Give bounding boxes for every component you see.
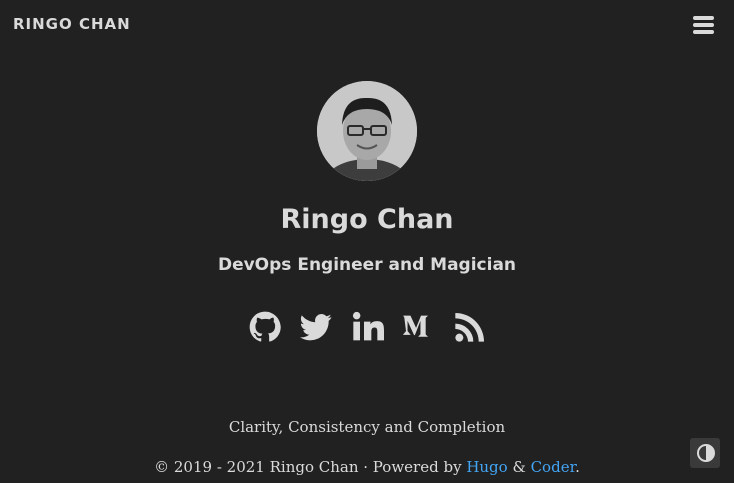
twitter-icon[interactable] xyxy=(300,310,332,344)
brand-link[interactable]: RINGO CHAN xyxy=(13,15,131,33)
footer-period: . xyxy=(575,458,580,476)
github-icon[interactable] xyxy=(249,310,281,344)
profile-tagline: DevOps Engineer and Magician xyxy=(217,255,517,275)
copyright-text: © 2019 - 2021 Ringo Chan · Powered by xyxy=(154,458,467,476)
ampersand-text: & xyxy=(507,458,531,476)
medium-icon[interactable] xyxy=(403,310,435,344)
navbar: RINGO CHAN xyxy=(0,0,734,54)
coder-link[interactable]: Coder xyxy=(531,458,576,476)
rss-icon[interactable] xyxy=(454,310,486,344)
hugo-link[interactable]: Hugo xyxy=(466,458,507,476)
footer: © 2019 - 2021 Ringo Chan · Powered by Hu… xyxy=(0,458,734,476)
avatar xyxy=(317,81,417,181)
linkedin-icon[interactable] xyxy=(352,310,384,344)
social-links xyxy=(0,310,734,346)
avatar-photo xyxy=(317,81,417,181)
motto-text: Clarity, Consistency and Completion xyxy=(228,418,506,436)
hamburger-icon[interactable] xyxy=(693,16,715,36)
contrast-icon[interactable] xyxy=(690,438,720,468)
profile-name: Ringo Chan xyxy=(280,204,454,235)
